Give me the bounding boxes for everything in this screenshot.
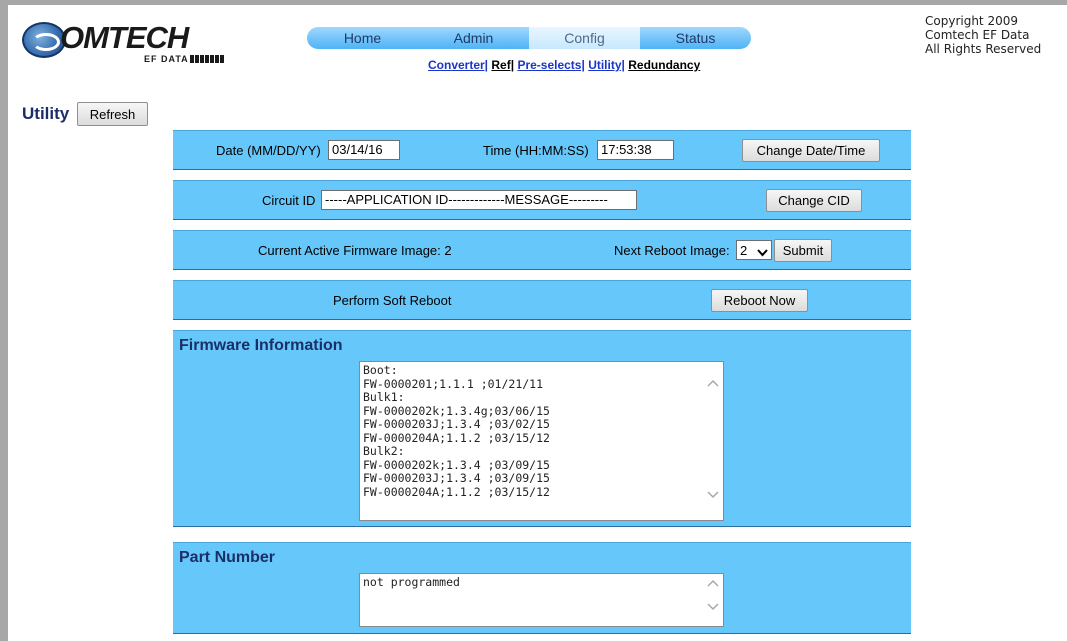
datetime-panel: Date (MM/DD/YY) 03/14/16 Time (HH:MM:SS)… — [173, 130, 911, 170]
browser-left-edge — [0, 0, 8, 641]
change-datetime-button[interactable]: Change Date/Time — [742, 139, 880, 162]
part-number-panel: Part Number not programmed — [173, 542, 911, 634]
firmware-info-textarea[interactable]: Boot: FW-0000201;1.1.1 ;01/21/11 Bulk1: … — [359, 361, 724, 521]
logo-subtitle: EF DATA — [144, 54, 189, 64]
part-number-textarea[interactable]: not programmed — [359, 573, 724, 627]
subnav-redundancy[interactable]: Redundancy — [628, 58, 700, 72]
logo-wordmark: OMTECH — [60, 20, 189, 55]
circuit-id-label: Circuit ID — [262, 193, 316, 208]
next-reboot-label: Next Reboot Image: — [614, 243, 730, 258]
copyright-line-1: Copyright 2009 — [925, 14, 1018, 28]
scroll-down-icon[interactable] — [706, 601, 720, 613]
reboot-now-button[interactable]: Reboot Now — [711, 289, 808, 312]
next-reboot-select[interactable]: 2 — [736, 240, 772, 260]
tab-home[interactable]: Home — [307, 27, 418, 49]
sub-nav: Converter| Ref| Pre-selects| Utility| Re… — [428, 58, 700, 72]
scroll-up-icon[interactable] — [706, 577, 720, 589]
tab-config[interactable]: Config — [529, 27, 640, 49]
time-label: Time (HH:MM:SS) — [483, 143, 589, 158]
circuit-id-panel: Circuit ID -----APPLICATION ID----------… — [173, 180, 911, 220]
date-label: Date (MM/DD/YY) — [216, 143, 321, 158]
subnav-utility[interactable]: Utility| — [588, 58, 625, 72]
logo-bars-icon — [190, 55, 224, 63]
refresh-button[interactable]: Refresh — [77, 102, 148, 126]
part-number-title: Part Number — [179, 549, 276, 566]
tab-status[interactable]: Status — [640, 27, 751, 49]
copyright-line-3: All Rights Reserved — [925, 42, 1042, 56]
reboot-panel: Perform Soft Reboot Reboot Now — [173, 280, 911, 320]
copyright-line-2: Comtech EF Data — [925, 28, 1030, 42]
scroll-up-icon[interactable] — [706, 377, 720, 389]
current-firmware-label: Current Active Firmware Image: 2 — [258, 243, 452, 258]
comtech-logo: OMTECH EF DATA — [22, 18, 242, 68]
page-title: Utility — [22, 104, 70, 123]
main-nav: Home Admin Config Status — [307, 27, 751, 49]
copyright-notice: Copyright 2009 Comtech EF Data All Right… — [925, 14, 1041, 56]
firmware-info-title: Firmware Information — [179, 337, 343, 354]
firmware-image-panel: Current Active Firmware Image: 2 Next Re… — [173, 230, 911, 270]
subnav-converter[interactable]: Converter| — [428, 58, 488, 72]
time-input[interactable]: 17:53:38 — [597, 140, 674, 160]
tab-admin[interactable]: Admin — [418, 27, 529, 49]
firmware-info-panel: Firmware Information Boot: FW-0000201;1.… — [173, 330, 911, 527]
dropdown-arrow-icon — [757, 245, 768, 260]
date-input[interactable]: 03/14/16 — [328, 140, 400, 160]
browser-top-edge — [0, 0, 1067, 5]
next-reboot-value: 2 — [740, 242, 748, 258]
subnav-ref[interactable]: Ref| — [491, 58, 514, 72]
circuit-id-input[interactable]: -----APPLICATION ID-------------MESSAGE-… — [321, 190, 637, 210]
subnav-pre-selects[interactable]: Pre-selects| — [517, 58, 584, 72]
submit-button[interactable]: Submit — [774, 239, 832, 262]
soft-reboot-label: Perform Soft Reboot — [333, 293, 452, 308]
scroll-down-icon[interactable] — [706, 489, 720, 501]
change-cid-button[interactable]: Change CID — [766, 189, 862, 212]
